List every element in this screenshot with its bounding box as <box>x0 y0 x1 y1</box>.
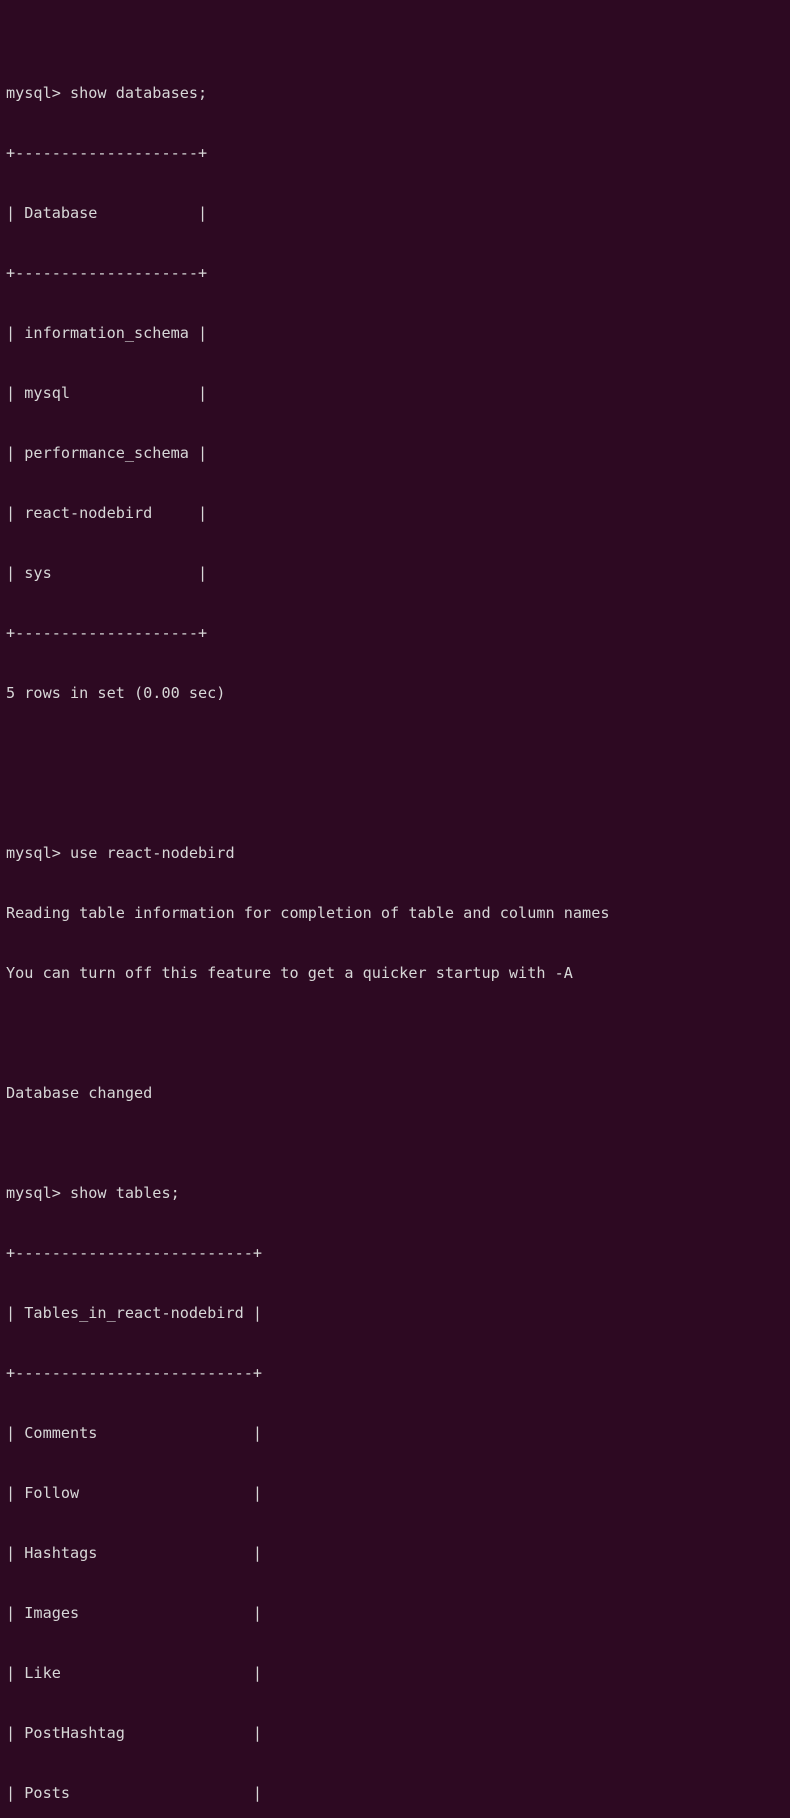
info-message: You can turn off this feature to get a q… <box>6 964 573 982</box>
table-row: | react-nodebird | <box>6 504 208 522</box>
table-row: | Follow | <box>6 1484 263 1502</box>
table-row: | Like | <box>6 1664 263 1682</box>
table-rule-mid: +--------------------------+ <box>6 1364 263 1382</box>
table-row: | performance_schema | <box>6 444 208 462</box>
table-rule-bottom: +--------------------+ <box>6 624 208 642</box>
table-rule-top: +--------------------------+ <box>6 1244 263 1262</box>
table-rule-top: +--------------------+ <box>6 144 208 162</box>
table-row: | Hashtags | <box>6 1544 263 1562</box>
info-message: Reading table information for completion… <box>6 904 610 922</box>
table-row: | Images | <box>6 1604 263 1622</box>
table-row: | PostHashtag | <box>6 1724 263 1742</box>
result-message: Database changed <box>6 1084 153 1102</box>
table-row: | Posts | <box>6 1784 263 1802</box>
table-row: | mysql | <box>6 384 208 402</box>
table-row: | sys | <box>6 564 208 582</box>
table-row: | information_schema | <box>6 324 208 342</box>
table-header-row: | Tables_in_react-nodebird | <box>6 1304 263 1322</box>
table-rule-mid: +--------------------+ <box>6 264 208 282</box>
status-line: 5 rows in set (0.00 sec) <box>6 684 226 702</box>
command-line: mysql> show tables; <box>6 1184 180 1202</box>
command-line: mysql> show databases; <box>6 84 208 102</box>
table-row: | Comments | <box>6 1424 263 1442</box>
terminal-window[interactable]: mysql> show databases; +----------------… <box>0 0 790 1802</box>
command-line: mysql> use react-nodebird <box>6 844 235 862</box>
table-header-row: | Database | <box>6 204 208 222</box>
